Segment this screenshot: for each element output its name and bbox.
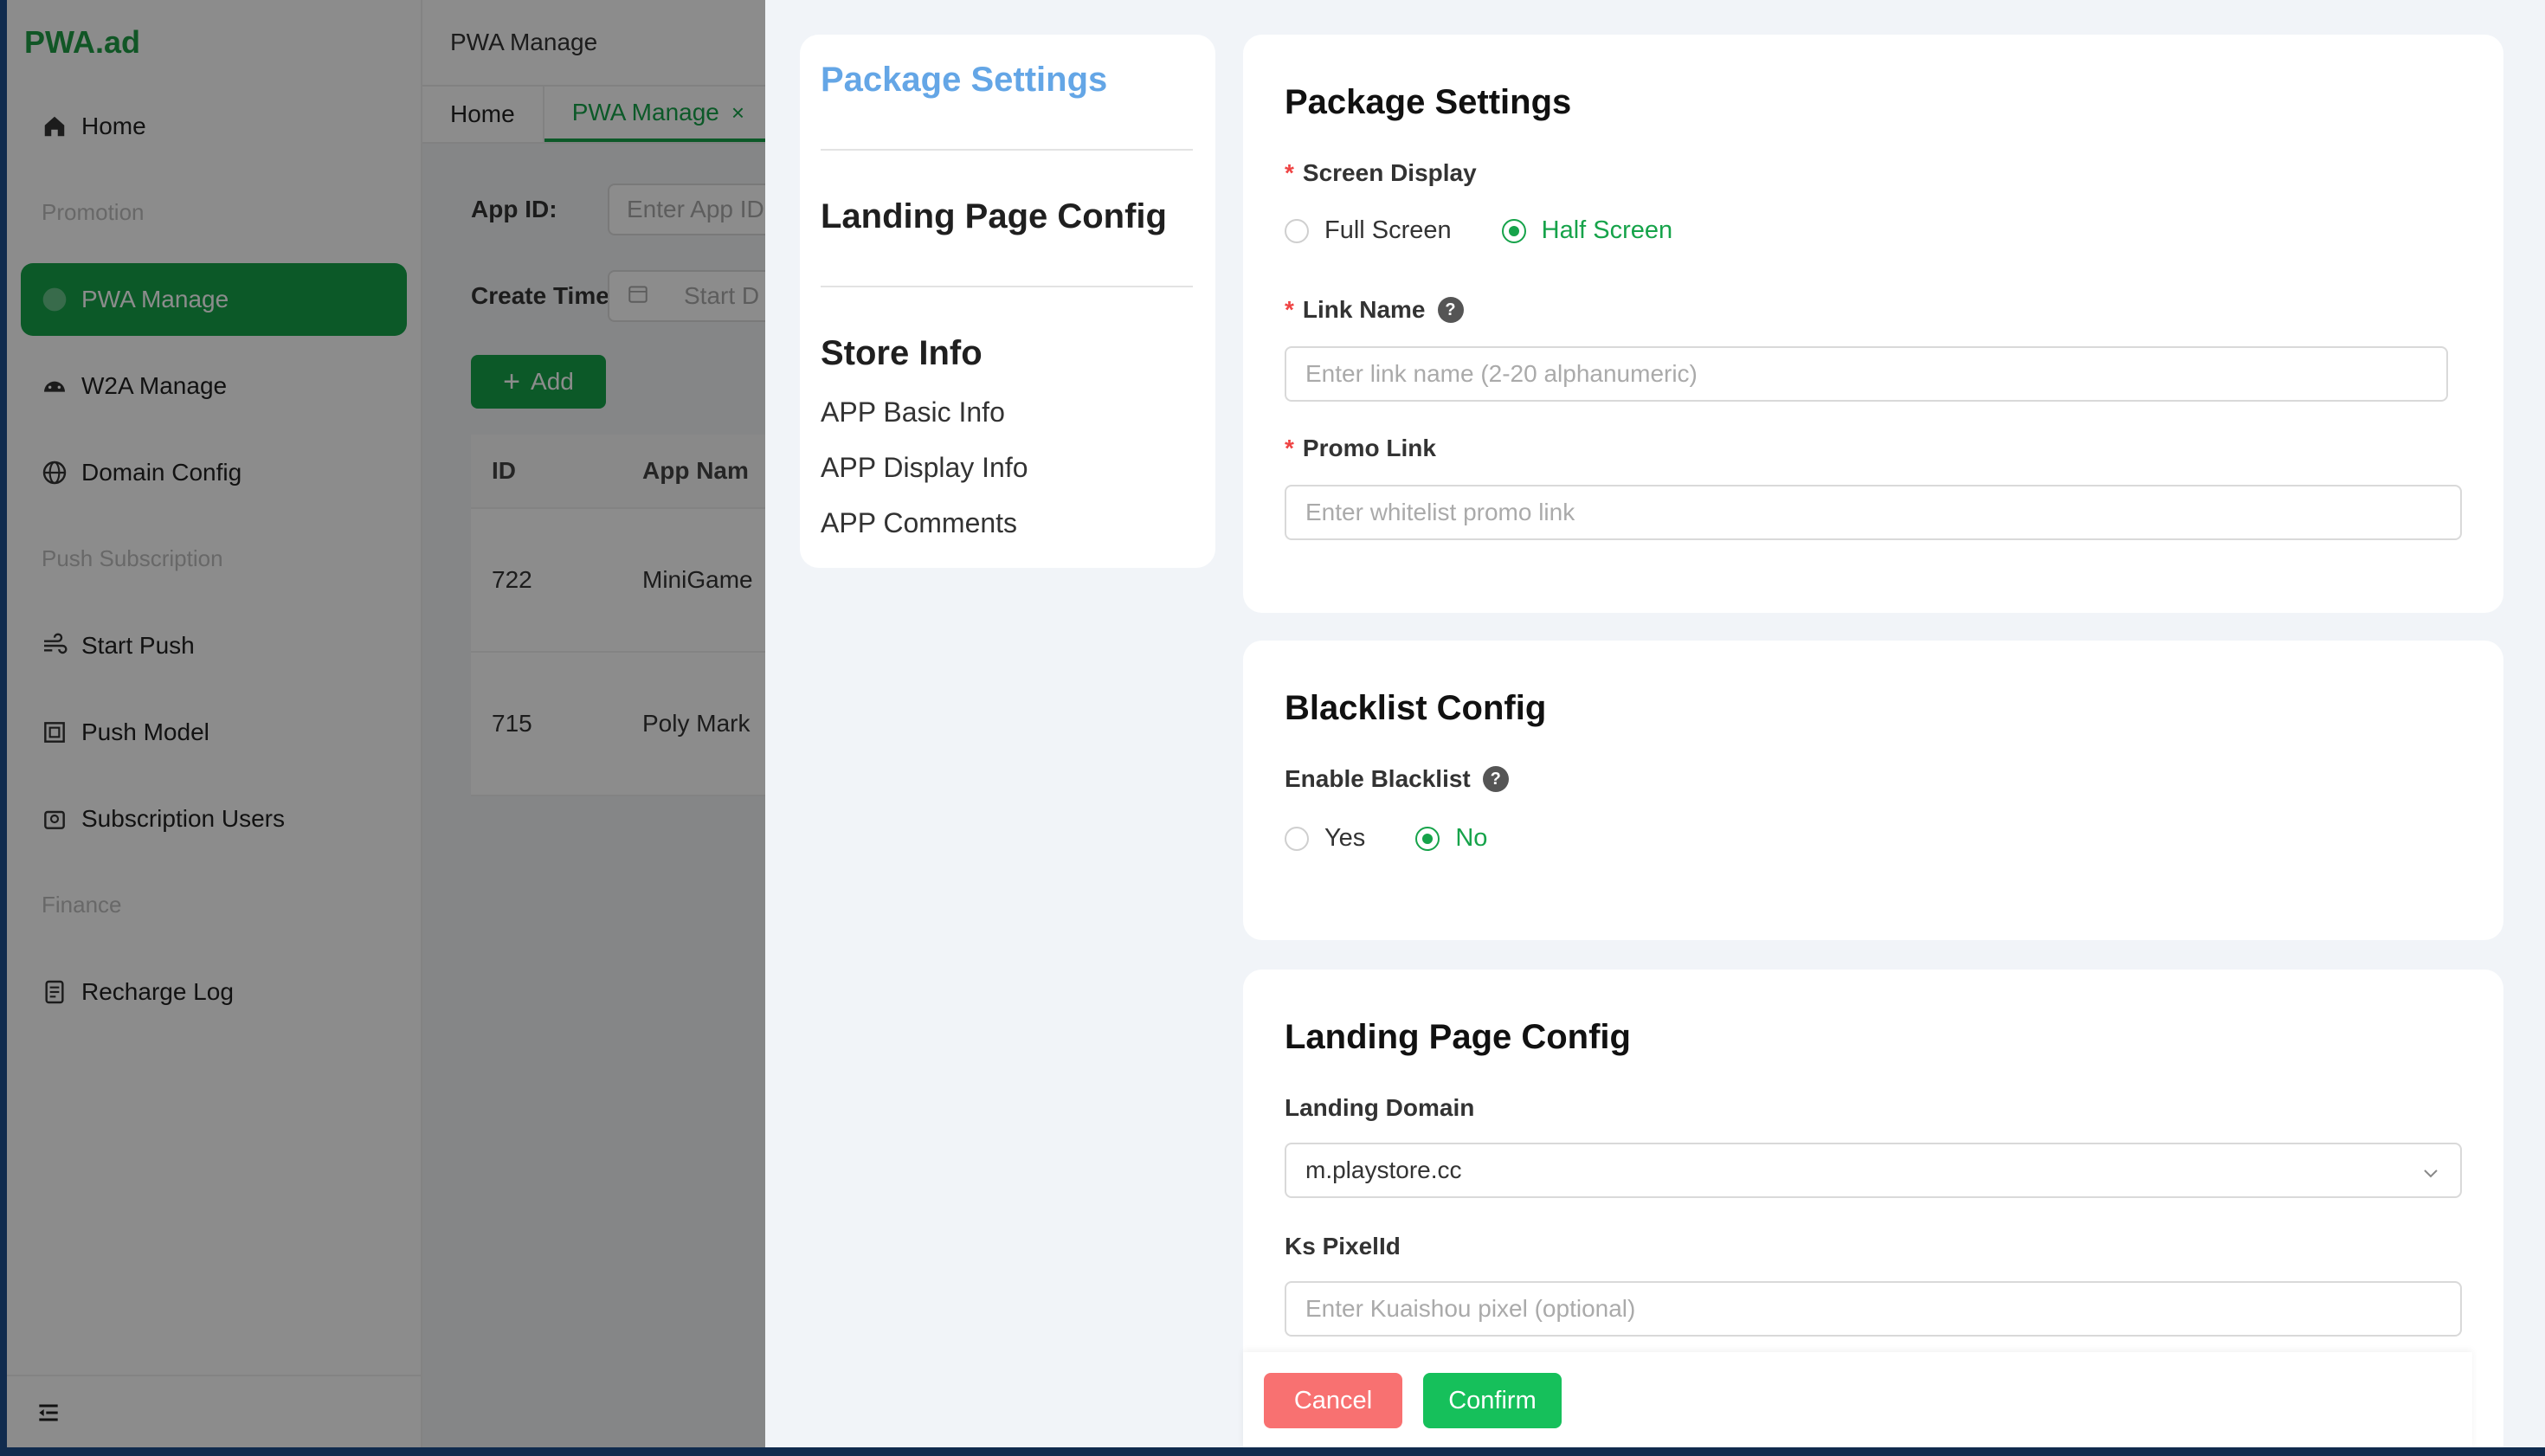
field-label-text: Link Name	[1302, 296, 1426, 323]
anchor-app-comments[interactable]: APP Comments	[821, 507, 1017, 539]
anchor-app-basic-info[interactable]: APP Basic Info	[821, 396, 1005, 428]
landing-domain-select[interactable]: m.playstore.cc	[1285, 1143, 2462, 1198]
blacklist-radio-group: Yes No	[1285, 824, 1537, 853]
anchor-app-display-info[interactable]: APP Display Info	[821, 452, 1028, 484]
screen-display-label: * Screen Display	[1285, 159, 1477, 187]
anchor-store-info[interactable]: Store Info	[821, 334, 983, 373]
radio-label: No	[1455, 824, 1488, 852]
radio-full-screen[interactable]: Full Screen	[1285, 216, 1452, 245]
radio-circle	[1285, 218, 1309, 243]
package-settings-card: Package Settings * Screen Display Full S…	[1243, 35, 2503, 613]
field-label-text: Promo Link	[1302, 435, 1436, 461]
promo-link-input[interactable]: Enter whitelist promo link	[1285, 485, 2462, 540]
radio-yes[interactable]: Yes	[1285, 824, 1365, 853]
ks-pixel-label: Ks PixelId	[1285, 1233, 1401, 1260]
divider	[821, 149, 1193, 151]
section-title: Landing Page Config	[1285, 1018, 1631, 1056]
anchor-package-settings[interactable]: Package Settings	[821, 61, 1107, 100]
required-mark: *	[1285, 159, 1294, 186]
required-mark: *	[1285, 435, 1294, 461]
landing-domain-label: Landing Domain	[1285, 1094, 1475, 1121]
link-name-label: * Link Name ?	[1285, 296, 1464, 324]
help-icon[interactable]: ?	[1482, 766, 1509, 792]
ks-pixel-input[interactable]: Enter Kuaishou pixel (optional)	[1285, 1281, 2462, 1337]
radio-circle	[1501, 218, 1526, 243]
link-name-input[interactable]: Enter link name (2-20 alphanumeric)	[1285, 346, 2448, 402]
radio-label: Yes	[1324, 824, 1366, 852]
input-placeholder: Enter link name (2-20 alphanumeric)	[1305, 360, 1698, 387]
radio-label: Full Screen	[1324, 216, 1452, 244]
radio-circle	[1415, 826, 1440, 851]
screen-display-radio-group: Full Screen Half Screen	[1285, 216, 1723, 245]
divider	[821, 286, 1193, 287]
help-icon[interactable]: ?	[1437, 297, 1464, 323]
anchor-navigation: Package Settings Landing Page Config Sto…	[800, 35, 1215, 568]
confirm-button[interactable]: Confirm	[1423, 1373, 1562, 1428]
radio-label: Half Screen	[1541, 216, 1673, 244]
required-mark: *	[1285, 296, 1294, 323]
select-value: m.playstore.cc	[1305, 1156, 1462, 1183]
anchor-landing-page-config[interactable]: Landing Page Config	[821, 197, 1167, 236]
drawer-footer: Cancel Confirm	[1243, 1352, 2472, 1447]
enable-blacklist-label: Enable Blacklist ?	[1285, 765, 1509, 793]
settings-drawer: Package Settings Landing Page Config Sto…	[765, 0, 2545, 1447]
radio-half-screen[interactable]: Half Screen	[1501, 216, 1673, 245]
input-placeholder: Enter whitelist promo link	[1305, 499, 1575, 525]
promo-link-label: * Promo Link	[1285, 435, 1436, 462]
radio-circle	[1285, 826, 1309, 851]
chevron-down-icon	[2420, 1162, 2441, 1182]
input-placeholder: Enter Kuaishou pixel (optional)	[1305, 1295, 1636, 1322]
section-title: Package Settings	[1285, 83, 1572, 121]
section-title: Blacklist Config	[1285, 689, 1547, 727]
blacklist-config-card: Blacklist Config Enable Blacklist ? Yes …	[1243, 641, 2503, 940]
field-label-text: Screen Display	[1302, 159, 1477, 186]
field-label-text: Enable Blacklist	[1285, 765, 1471, 792]
cancel-button[interactable]: Cancel	[1264, 1373, 1402, 1428]
radio-no[interactable]: No	[1415, 824, 1487, 853]
